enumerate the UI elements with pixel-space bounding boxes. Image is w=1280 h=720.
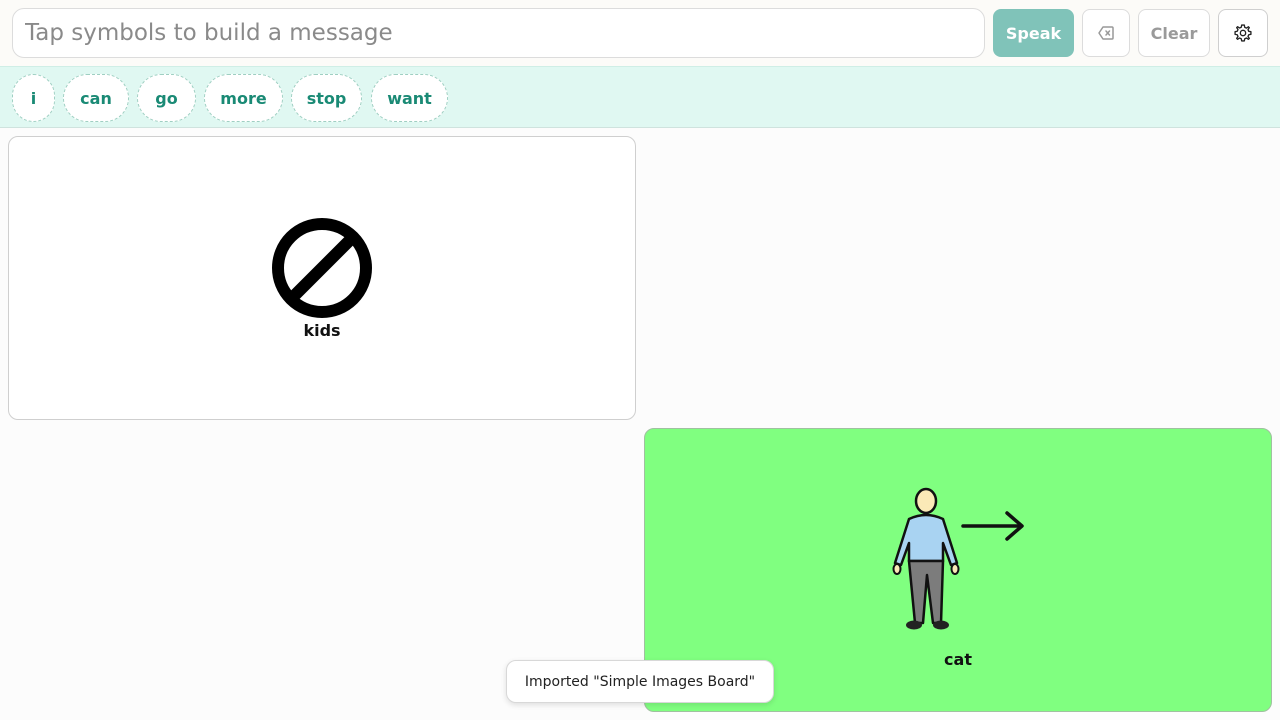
suggestion-chip[interactable]: stop	[291, 74, 362, 122]
toast-notification: Imported "Simple Images Board"	[506, 660, 774, 703]
tile-label: kids	[303, 321, 341, 340]
suggestion-chip[interactable]: more	[204, 74, 283, 122]
symbol-tile-kids[interactable]: kids	[8, 136, 636, 420]
suggestion-chip[interactable]: want	[371, 74, 448, 122]
backspace-button[interactable]	[1082, 9, 1130, 57]
person-go-icon	[892, 487, 1024, 630]
suggestion-chip[interactable]: can	[63, 74, 129, 122]
suggestion-bar: i can go more stop want	[0, 66, 1280, 128]
backspace-icon	[1098, 26, 1114, 40]
suggestion-chip[interactable]: go	[137, 74, 196, 122]
prohibited-icon	[272, 218, 372, 318]
message-input[interactable]	[12, 8, 985, 58]
suggestion-chip[interactable]: i	[12, 74, 55, 122]
message-bar: Speak Clear	[0, 0, 1280, 66]
settings-button[interactable]	[1218, 9, 1268, 57]
clear-button[interactable]: Clear	[1138, 9, 1210, 57]
gear-icon	[1234, 24, 1252, 42]
speak-button[interactable]: Speak	[993, 9, 1074, 57]
